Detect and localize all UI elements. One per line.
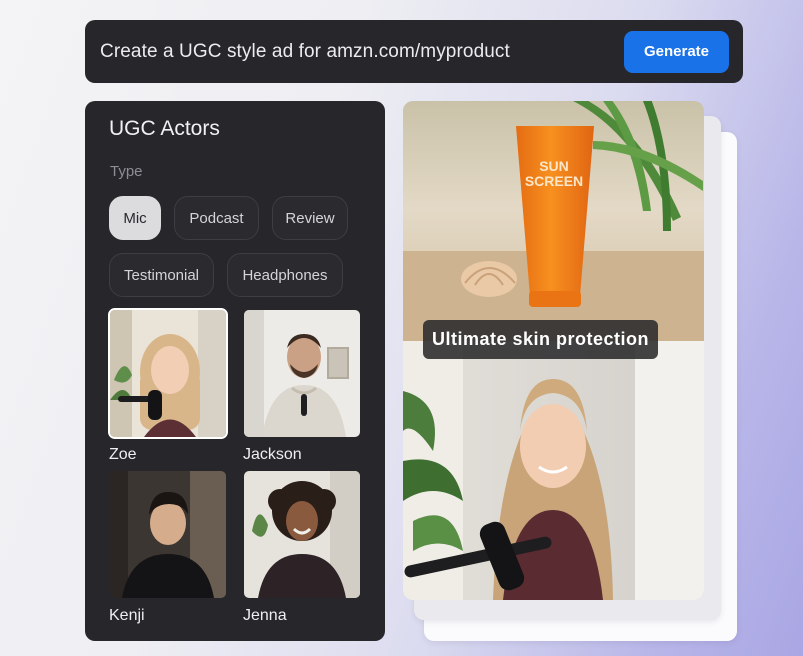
actor-name-jackson: Jackson [243,446,302,463]
panel-title: UGC Actors [109,117,220,140]
actor-card-jenna[interactable]: Jenna [242,469,362,625]
ugc-actors-panel: UGC Actors Type Mic Podcast Review Testi… [85,101,385,641]
ad-caption: Ultimate skin protection [423,320,659,359]
chip-mic[interactable]: Mic [109,196,161,240]
actor-card-jackson[interactable]: Jackson [242,308,362,464]
ad-preview-card[interactable]: SUN SCREEN Ultimate skin protection [403,101,704,600]
chip-headphones[interactable]: Headphones [227,253,343,297]
prompt-bar: Create a UGC style ad for amzn.com/mypro… [85,20,743,83]
actor-thumbnail-jenna [242,469,362,600]
type-label: Type [110,163,143,180]
actor-thumbnail-kenji [108,469,228,600]
chip-podcast[interactable]: Podcast [174,196,259,240]
product-label-line2: SCREEN [525,173,583,189]
chip-testimonial[interactable]: Testimonial [109,253,214,297]
chip-review[interactable]: Review [272,196,348,240]
actor-card-kenji[interactable]: Kenji [108,469,228,625]
actor-name-jenna: Jenna [243,607,287,624]
actor-card-zoe[interactable]: Zoe [108,308,228,464]
generate-button[interactable]: Generate [624,30,729,73]
actor-thumbnail-jackson [242,308,362,439]
actor-thumbnail-zoe [108,308,228,439]
actor-name-zoe: Zoe [109,446,137,463]
actor-name-kenji: Kenji [109,607,145,624]
prompt-input[interactable]: Create a UGC style ad for amzn.com/mypro… [100,41,510,63]
product-label-line1: SUN [539,158,569,174]
